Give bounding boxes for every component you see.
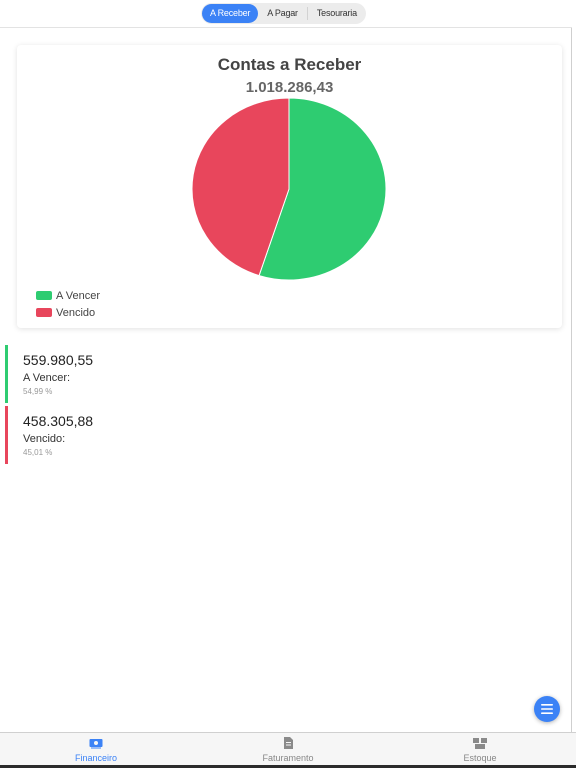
- tab-a-receber[interactable]: A Receber: [202, 4, 259, 23]
- summary-vencido[interactable]: 458.305,88 Vencido: 45,01 %: [5, 406, 565, 464]
- header-divider: [0, 27, 572, 28]
- summary-label: A Vencer:: [23, 372, 71, 384]
- tab-a-pagar[interactable]: A Pagar: [259, 4, 306, 23]
- legend-label: Vencido: [56, 306, 96, 319]
- legend-item-a-vencer[interactable]: A Vencer: [36, 287, 100, 304]
- segmented-tabs: A Receber A Pagar Tesouraria: [201, 3, 366, 24]
- summary-color-bar: [5, 345, 8, 403]
- boxes-icon: [473, 737, 487, 749]
- pie-chart: [191, 97, 387, 281]
- summary-amount: 559.980,55: [23, 352, 94, 368]
- nav-label: Faturamento: [262, 753, 314, 763]
- nav-label: Financeiro: [74, 753, 118, 763]
- summary-color-bar: [5, 406, 8, 464]
- chart-legend: A Vencer Vencido: [36, 287, 100, 321]
- menu-icon: [541, 704, 553, 714]
- summary-label: Vencido:: [23, 433, 66, 445]
- chart-card: Contas a Receber 1.018.286,43 A Vencer V…: [17, 45, 562, 328]
- tab-separator: [306, 7, 308, 20]
- summary-a-vencer[interactable]: 559.980,55 A Vencer: 54,99 %: [5, 345, 565, 403]
- summary-amount: 458.305,88: [23, 413, 94, 429]
- window-edge-right: [571, 28, 572, 732]
- chart-title: Contas a Receber: [217, 55, 362, 74]
- nav-estoque[interactable]: Estoque: [384, 733, 576, 765]
- tab-tesouraria[interactable]: Tesouraria: [309, 4, 365, 23]
- legend-swatch: [36, 291, 52, 300]
- legend-item-vencido[interactable]: Vencido: [36, 304, 100, 321]
- nav-financeiro[interactable]: Financeiro: [0, 733, 192, 765]
- bottom-navigation: Financeiro Faturamento Estoque: [0, 732, 576, 765]
- summary-percent: 45,01 %: [23, 448, 53, 457]
- menu-fab-button[interactable]: [534, 696, 560, 722]
- chart-total: 1.018.286,43: [245, 79, 334, 96]
- nav-label: Estoque: [463, 753, 497, 763]
- nav-faturamento[interactable]: Faturamento: [192, 733, 384, 765]
- summary-percent: 54,99 %: [23, 387, 53, 396]
- document-icon: [284, 737, 293, 749]
- legend-label: A Vencer: [56, 289, 101, 302]
- legend-swatch: [36, 308, 52, 317]
- money-icon: [89, 738, 103, 748]
